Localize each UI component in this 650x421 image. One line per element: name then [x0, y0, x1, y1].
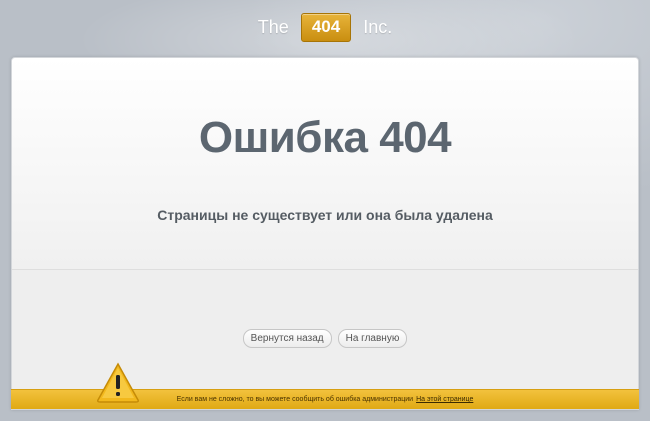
logo-word-inc: Inc.	[363, 16, 393, 37]
error-card: Ошибка 404 Страницы не существует или он…	[11, 57, 639, 410]
page-title: Ошибка 404	[198, 113, 452, 162]
back-button[interactable]: Вернутся назад	[242, 329, 332, 348]
logo-badge: 404	[300, 12, 352, 42]
site-logo: The 404 Inc.	[0, 12, 650, 42]
logo-word-the: The	[257, 16, 289, 37]
warning-icon	[97, 362, 139, 403]
action-buttons: Вернутся назад На главную	[12, 329, 638, 348]
error-card-header	[12, 58, 638, 270]
report-link[interactable]: На этой странице	[416, 396, 473, 403]
report-notice: Если вам не сложно, то вы можете сообщит…	[176, 396, 414, 403]
error-message: Страницы не существует или она была удал…	[157, 207, 493, 223]
home-button[interactable]: На главную	[337, 329, 408, 348]
